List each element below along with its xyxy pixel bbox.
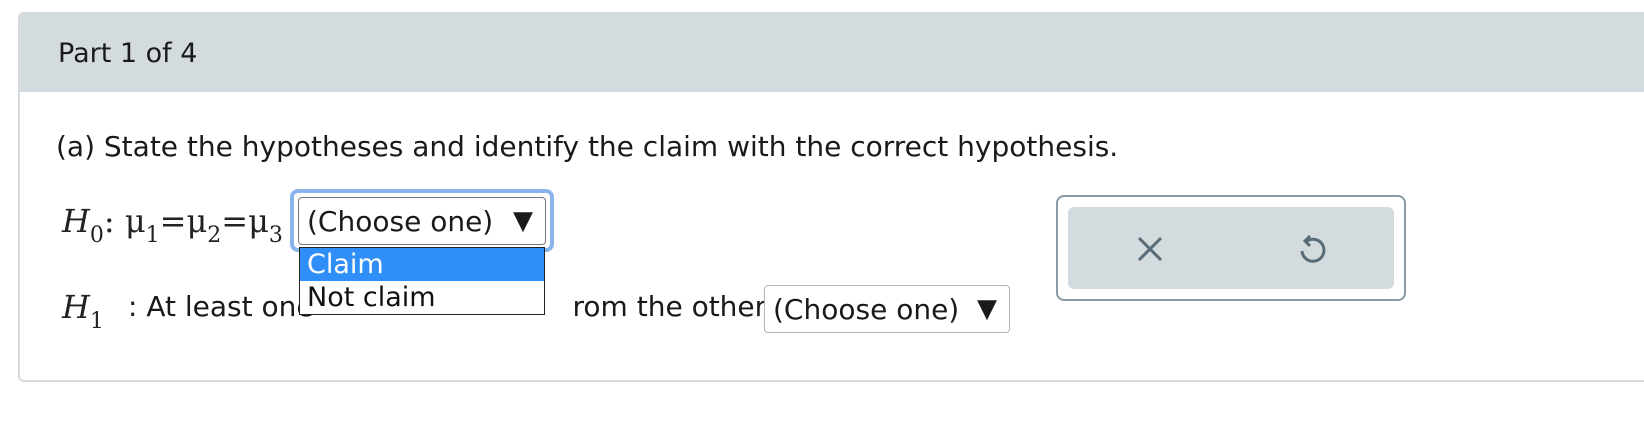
card-header: Part 1 of 4 bbox=[20, 14, 1644, 92]
alt-hypothesis-symbol: H1 bbox=[62, 288, 104, 334]
option-not-claim[interactable]: Not claim bbox=[300, 281, 544, 314]
part-label: Part 1 of 4 bbox=[58, 38, 198, 69]
mu-3: μ bbox=[248, 202, 269, 240]
mu-1: μ bbox=[124, 202, 146, 240]
h0-select-dropdown-list: Claim Not claim bbox=[299, 247, 545, 315]
answer-tools-panel bbox=[1056, 195, 1406, 301]
h0-symbol: H bbox=[62, 202, 90, 240]
answer-tools-inner bbox=[1068, 207, 1394, 289]
h1-select-value: (Choose one) bbox=[773, 292, 960, 326]
h0-select-value: (Choose one) bbox=[307, 204, 494, 238]
dropdown-arrow-icon: ▼ bbox=[513, 206, 533, 236]
option-claim[interactable]: Claim bbox=[300, 248, 544, 281]
h0-claim-select[interactable]: (Choose one) ▼ bbox=[298, 197, 546, 245]
dropdown-arrow-icon: ▼ bbox=[977, 294, 997, 324]
h1-subscript: 1 bbox=[89, 309, 104, 334]
undo-icon bbox=[1300, 234, 1326, 263]
h1-claim-select[interactable]: (Choose one) ▼ bbox=[764, 285, 1010, 333]
clear-answer-button[interactable] bbox=[1130, 229, 1170, 269]
mu-2: μ bbox=[186, 202, 208, 240]
h1-symbol: H bbox=[62, 288, 90, 326]
close-icon bbox=[1137, 236, 1163, 262]
undo-button[interactable] bbox=[1292, 229, 1332, 269]
h0-subscript: 0 bbox=[89, 223, 104, 248]
null-hypothesis-expression: H0: μ1=μ2=μ3 bbox=[62, 202, 283, 248]
question-text: (a) State the hypotheses and identify th… bbox=[56, 130, 1119, 163]
